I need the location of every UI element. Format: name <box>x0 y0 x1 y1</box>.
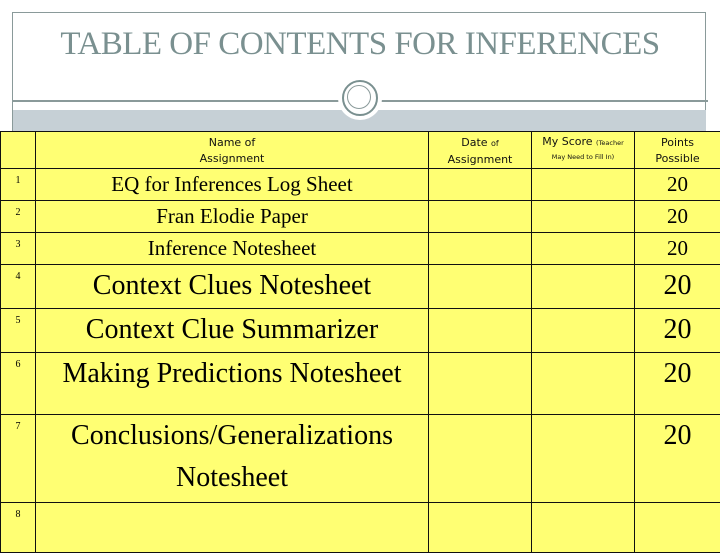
points-possible: 20 <box>635 415 720 503</box>
score-cell[interactable] <box>532 503 635 553</box>
assignment-name: Conclusions/Generalizations <box>36 415 428 457</box>
table-row: 7 Conclusions/Generalizations Notesheet … <box>1 415 720 503</box>
score-cell[interactable] <box>532 201 635 233</box>
score-cell[interactable] <box>532 265 635 309</box>
assignment-name-cell: Conclusions/Generalizations Notesheet <box>36 415 429 503</box>
date-cell[interactable] <box>429 415 532 503</box>
points-possible: 20 <box>635 309 720 353</box>
assignment-name: Context Clue Summarizer <box>36 309 429 353</box>
date-cell[interactable] <box>429 201 532 233</box>
header-date-tail: Assignment <box>448 153 513 166</box>
header-score-small: (Teacher <box>596 139 624 147</box>
points-possible: 20 <box>635 201 720 233</box>
table-row: 1 EQ for Inferences Log Sheet 20 <box>1 169 720 201</box>
table-row: 4 Context Clues Notesheet 20 <box>1 265 720 309</box>
row-number: 1 <box>1 169 36 201</box>
header-number <box>1 132 36 169</box>
table-row: 2 Fran Elodie Paper 20 <box>1 201 720 233</box>
header-row: Name of Assignment Date of Assignment My… <box>1 132 720 169</box>
table-row: 3 Inference Notesheet 20 <box>1 233 720 265</box>
page-title: TABLE OF CONTENTS FOR INFERENCES <box>12 26 708 63</box>
table-row: 8 <box>1 503 720 553</box>
header-points-line1: Points <box>635 135 720 151</box>
score-cell[interactable] <box>532 353 635 415</box>
assignment-name: Context Clues Notesheet <box>36 265 429 309</box>
score-cell[interactable] <box>532 233 635 265</box>
assignment-name: Making Predictions Notesheet <box>36 353 429 415</box>
header-score-main: My Score <box>542 135 592 148</box>
points-possible: 20 <box>635 233 720 265</box>
row-number: 5 <box>1 309 36 353</box>
row-number: 7 <box>1 415 36 503</box>
date-cell[interactable] <box>429 353 532 415</box>
date-cell[interactable] <box>429 309 532 353</box>
header-date-small: of <box>491 139 499 148</box>
date-cell[interactable] <box>429 169 532 201</box>
header-name: Name of Assignment <box>36 132 429 169</box>
points-possible: 20 <box>635 169 720 201</box>
header-score-line2: May Need to Fill In) <box>532 150 634 164</box>
date-cell[interactable] <box>429 265 532 309</box>
assignment-name: Inference Notesheet <box>36 233 429 265</box>
table-row: 5 Context Clue Summarizer 20 <box>1 309 720 353</box>
assignment-name-line2: Notesheet <box>36 457 428 499</box>
row-number: 6 <box>1 353 36 415</box>
header-date-main: Date <box>461 136 487 149</box>
points-possible: 20 <box>635 265 720 309</box>
points-possible: 20 <box>635 353 720 415</box>
assignment-name[interactable] <box>36 503 429 553</box>
row-number: 2 <box>1 201 36 233</box>
header-name-line1: Name of <box>36 135 428 151</box>
date-cell[interactable] <box>429 503 532 553</box>
score-cell[interactable] <box>532 415 635 503</box>
row-number: 4 <box>1 265 36 309</box>
date-cell[interactable] <box>429 233 532 265</box>
points-possible[interactable] <box>635 503 720 553</box>
row-number: 8 <box>1 503 36 553</box>
header-score: My Score (Teacher May Need to Fill In) <box>532 132 635 169</box>
header-name-line2: Assignment <box>36 151 428 167</box>
score-cell[interactable] <box>532 309 635 353</box>
header-points-line2: Possible <box>635 151 720 167</box>
toc-table: Name of Assignment Date of Assignment My… <box>0 131 720 553</box>
score-cell[interactable] <box>532 169 635 201</box>
header-date: Date of Assignment <box>429 132 532 169</box>
row-number: 3 <box>1 233 36 265</box>
assignment-name: EQ for Inferences Log Sheet <box>36 169 429 201</box>
header-points: Points Possible <box>635 132 720 169</box>
circle-ornament-inner <box>347 85 371 109</box>
table-row: 6 Making Predictions Notesheet 20 <box>1 353 720 415</box>
assignment-name: Fran Elodie Paper <box>36 201 429 233</box>
